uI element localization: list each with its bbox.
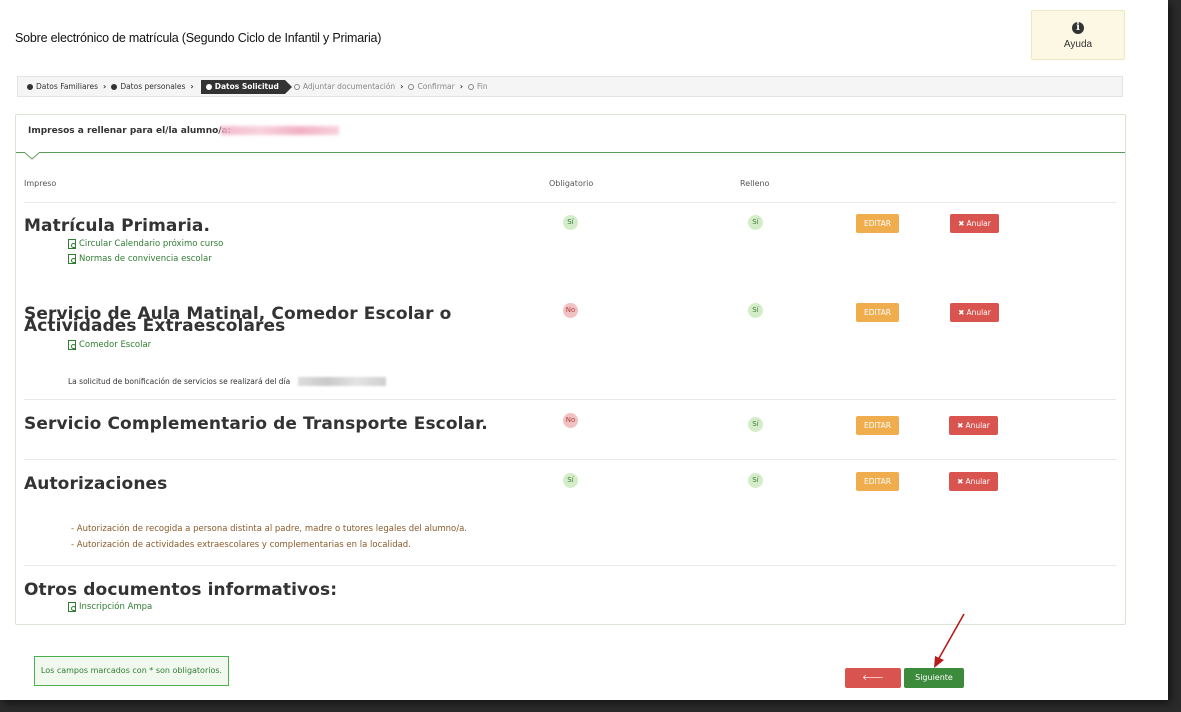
- obligatorio-badge: No: [563, 413, 578, 428]
- step-confirmar: Confirmar: [408, 82, 455, 91]
- step-label: Confirmar: [417, 82, 455, 91]
- divider: [24, 202, 1116, 203]
- row-title-autorizaciones: Autorizaciones: [24, 474, 168, 494]
- student-name-redacted: [221, 126, 339, 135]
- relleno-badge: Sí: [748, 303, 763, 318]
- cancel-label: Anular: [966, 308, 991, 317]
- row-title-otros-documentos: Otros documentos informativos:: [24, 580, 338, 600]
- doc-link[interactable]: Circular Calendario próximo curso: [68, 239, 223, 249]
- chevron-right-icon: ›: [190, 82, 194, 91]
- obligatorio-badge: No: [563, 303, 578, 318]
- panel-header: Impresos a rellenar para el/la alumno/a:: [16, 115, 1125, 153]
- previous-button[interactable]: 🡐 Anterior: [845, 668, 901, 702]
- step-label: Datos personales: [120, 82, 186, 91]
- step-datos-personales: Datos personales: [111, 82, 185, 91]
- breadcrumb: Datos Familiares › Datos personales › Da…: [17, 76, 1123, 97]
- divider: [24, 459, 1116, 460]
- panel-heading: Impresos a rellenar para el/la alumno/a:: [28, 126, 232, 136]
- help-button[interactable]: i Ayuda: [1031, 10, 1125, 60]
- obligatorio-badge: Sí: [563, 215, 578, 230]
- step-label: Fin: [477, 82, 488, 91]
- row-title-servicio-aula-line2: Actividades Extraescolares: [24, 316, 286, 336]
- next-label: Siguiente: [915, 673, 953, 682]
- cancel-button[interactable]: ✖ Anular: [950, 303, 999, 322]
- column-header-impreso: Impreso: [24, 179, 57, 188]
- chevron-right-icon: ›: [400, 82, 404, 91]
- close-icon: ✖: [957, 477, 964, 486]
- cancel-label: Anular: [966, 219, 991, 228]
- close-icon: ✖: [958, 308, 965, 317]
- divider: [24, 565, 1116, 566]
- doc-link[interactable]: Inscripción Ampa: [68, 602, 152, 612]
- previous-label: Anterior: [856, 693, 890, 702]
- step-fin: Fin: [468, 82, 488, 91]
- arrow-right-icon: 🡒: [923, 693, 945, 702]
- doc-link[interactable]: Normas de convivencia escolar: [68, 254, 212, 264]
- step-label: Datos Solicitud: [214, 82, 279, 91]
- authorization-item: - Autorización de recogida a persona dis…: [71, 524, 467, 534]
- pdf-file-icon: [68, 239, 76, 249]
- step-label: Adjuntar documentación: [302, 82, 396, 91]
- step-label: Datos Familiares: [36, 82, 99, 91]
- circle-outline-icon: [468, 83, 475, 90]
- chevron-right-icon: ›: [459, 82, 464, 91]
- date-redacted: [298, 377, 386, 386]
- cancel-button[interactable]: ✖ Anular: [949, 416, 998, 435]
- edit-button[interactable]: EDITAR: [856, 214, 899, 233]
- edit-button[interactable]: EDITAR: [856, 416, 899, 435]
- doc-link-label: Inscripción Ampa: [79, 602, 153, 612]
- pdf-file-icon: [68, 254, 76, 264]
- edit-button[interactable]: EDITAR: [856, 303, 899, 322]
- doc-link-label: Circular Calendario próximo curso: [79, 239, 224, 249]
- column-header-relleno: Relleno: [740, 179, 770, 188]
- page-title: Sobre electrónico de matrícula (Segundo …: [15, 31, 382, 45]
- step-datos-solicitud: Datos Solicitud: [200, 79, 292, 94]
- authorization-item: - Autorización de actividades extraescol…: [71, 540, 411, 550]
- check-circle-icon: [111, 83, 118, 90]
- close-icon: ✖: [957, 421, 964, 430]
- help-label: Ayuda: [1063, 39, 1093, 50]
- next-button[interactable]: Siguiente 🡒: [904, 668, 964, 702]
- cancel-label: Anular: [965, 477, 990, 486]
- panel-notch: [24, 152, 40, 160]
- arrow-left-icon: 🡐: [862, 673, 884, 682]
- doc-link-label: Comedor Escolar: [79, 340, 152, 350]
- cancel-label: Anular: [965, 421, 990, 430]
- circle-outline-icon: [408, 83, 415, 90]
- pdf-file-icon: [68, 340, 76, 350]
- annotation-arrow: [934, 613, 965, 668]
- circle-outline-icon: [293, 83, 300, 90]
- doc-link-label: Normas de convivencia escolar: [79, 254, 212, 264]
- required-fields-note: Los campos marcados con * son obligatori…: [34, 656, 229, 686]
- relleno-badge: Sí: [748, 473, 763, 488]
- close-icon: ✖: [958, 219, 965, 228]
- check-circle-icon: [27, 83, 33, 90]
- step-adjuntar-documentacion: Adjuntar documentación: [293, 82, 396, 91]
- current-step-icon: [205, 83, 212, 90]
- row-title-matricula: Matrícula Primaria.: [24, 216, 211, 236]
- row-title-transporte: Servicio Complementario de Transporte Es…: [24, 414, 488, 434]
- chevron-right-icon: ›: [103, 82, 107, 91]
- relleno-badge: Sí: [748, 215, 763, 230]
- edit-button[interactable]: EDITAR: [856, 472, 899, 491]
- doc-link[interactable]: Comedor Escolar: [68, 340, 151, 350]
- relleno-badge: Sí: [748, 417, 763, 432]
- column-header-obligatorio: Obligatorio: [549, 179, 594, 188]
- cancel-button[interactable]: ✖ Anular: [949, 472, 998, 491]
- info-circle-icon: i: [1072, 22, 1084, 34]
- bonification-note: La solicitud de bonificación de servicio…: [68, 377, 291, 386]
- step-datos-familiares: Datos Familiares: [27, 82, 98, 91]
- divider: [24, 399, 1116, 400]
- cancel-button[interactable]: ✖ Anular: [950, 214, 999, 233]
- page-frame: Sobre electrónico de matrícula (Segundo …: [0, 0, 1168, 702]
- pdf-file-icon: [68, 602, 76, 612]
- obligatorio-badge: Sí: [563, 473, 578, 488]
